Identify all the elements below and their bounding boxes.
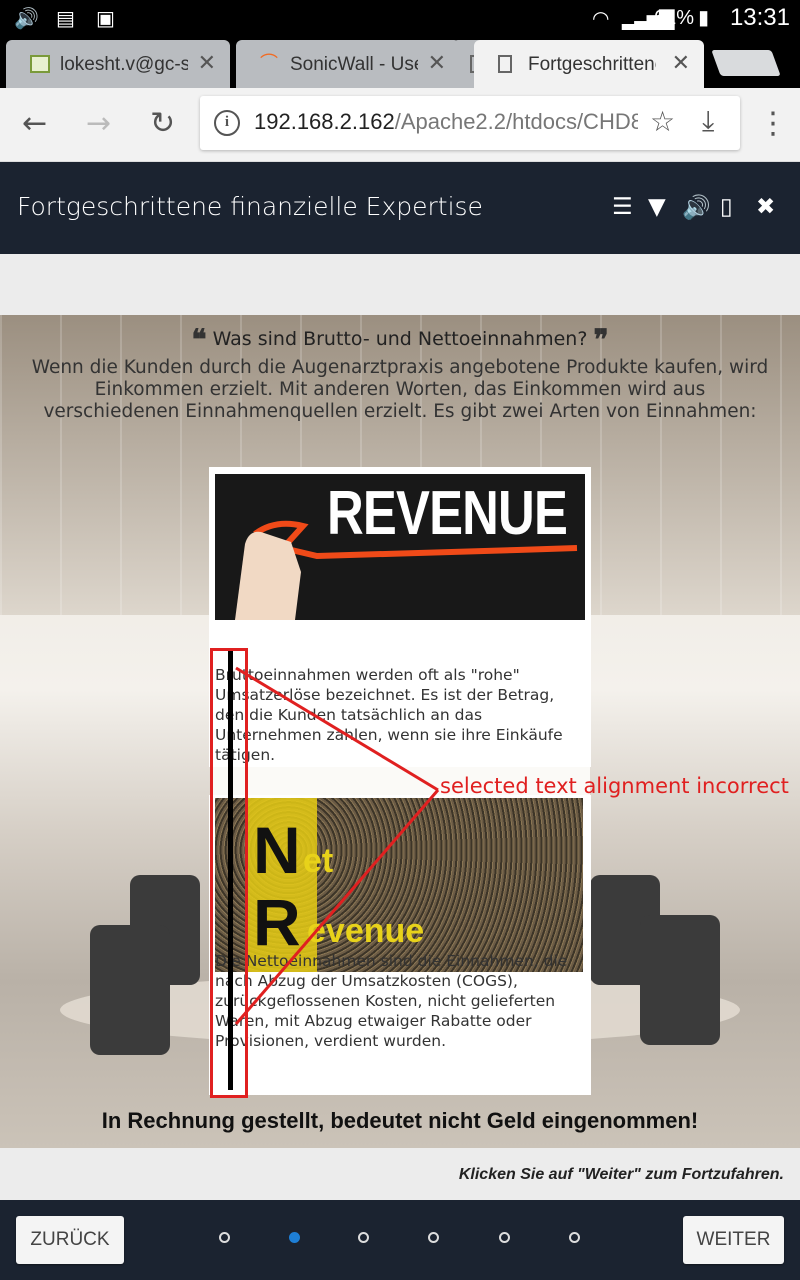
url-host: 192.168.2.162 xyxy=(254,109,395,134)
back-button[interactable]: ZURÜCK xyxy=(16,1216,124,1264)
tab-label: Fortgeschrittene xyxy=(528,54,656,75)
list-icon[interactable]: ☰ xyxy=(612,194,633,220)
annotation-label: selected text alignment incorrect xyxy=(440,774,789,798)
revenue-letters: evenue xyxy=(307,912,425,950)
slide-tagline: In Rechnung gestellt, bedeutet nicht Gel… xyxy=(101,1108,699,1133)
wifi-icon: ◠ xyxy=(592,6,610,30)
cue-bar: Klicken Sie auf "Weiter" zum Fortzufahre… xyxy=(0,1148,800,1200)
info-icon[interactable]: i xyxy=(214,110,240,136)
menu-icon[interactable]: ⋮ xyxy=(758,106,788,142)
close-tab-icon[interactable]: ✕ xyxy=(428,50,446,76)
net-letters: et xyxy=(303,842,334,880)
book-icon[interactable]: ▯ xyxy=(720,194,733,220)
page-dot[interactable] xyxy=(219,1232,230,1243)
app-header: Fortgeschrittene finanzielle Expertise ☰… xyxy=(0,162,800,254)
close-quote-icon: ❞ xyxy=(593,323,609,356)
annotation-highlight-box xyxy=(210,648,248,1098)
mail-icon xyxy=(30,55,50,73)
address-bar[interactable]: i 192.168.2.162/Apache2.2/htdocs/CHD8 ☆ … xyxy=(200,96,740,150)
browser-tab[interactable]: lokesht.v@gc-so ✕ xyxy=(6,40,230,88)
slide-stage: ❝ Was sind Brutto- und Nettoeinnahmen? ❞… xyxy=(0,315,800,1148)
net-revenue-image: N et R evenue xyxy=(215,798,583,972)
page-dot[interactable] xyxy=(428,1232,439,1243)
reload-icon[interactable]: ↻ xyxy=(150,106,175,142)
close-tab-icon[interactable]: ✕ xyxy=(198,50,216,76)
page-dot[interactable] xyxy=(499,1232,510,1243)
slide-navigation: ZURÜCK WEITER xyxy=(0,1200,800,1280)
bookmark-star-icon[interactable]: ☆ xyxy=(650,105,675,138)
speaker-icon[interactable]: 🔊 xyxy=(682,194,711,221)
continue-hint: Klicken Sie auf "Weiter" zum Fortzufahre… xyxy=(458,1166,784,1183)
slide-heading: ❝ Was sind Brutto- und Nettoeinnahmen? ❞ xyxy=(0,323,800,356)
image-icon: ▣ xyxy=(96,6,115,30)
net-revenue-text: Die Nettoeinnahmen sind die Einnahmen, d… xyxy=(215,952,568,1050)
volume-icon: 🔊 xyxy=(14,6,39,30)
url-text[interactable]: 192.168.2.162/Apache2.2/htdocs/CHD8 xyxy=(254,109,638,135)
next-button[interactable]: WEITER xyxy=(683,1216,784,1264)
url-path: /Apache2.2/htdocs/CHD8 xyxy=(394,109,638,134)
sim-icon: ▤ xyxy=(56,6,75,30)
revenue-image: REVENUE xyxy=(215,474,585,620)
open-quote-icon: ❝ xyxy=(191,323,207,356)
heading-text: Was sind Brutto- und Nettoeinnahmen? xyxy=(212,328,588,350)
back-arrow-icon[interactable]: ← xyxy=(22,106,47,142)
page-dot[interactable] xyxy=(569,1232,580,1243)
forward-arrow-icon[interactable]: → xyxy=(86,106,111,142)
revenue-word: REVENUE xyxy=(327,479,568,548)
browser-tab[interactable]: ⌒ SonicWall - User ✕ xyxy=(236,40,460,88)
clock: 13:31 xyxy=(729,4,790,31)
browser-tab-strip: lokesht.v@gc-so ✕ ⌒ SonicWall - User ✕ F… xyxy=(0,36,800,88)
content-top-bar xyxy=(0,254,800,315)
net-revenue-card: N et R evenue Die Nettoeinnahmen sind di… xyxy=(209,795,591,1095)
background-chair xyxy=(90,925,170,1055)
status-bar: 🔊 ▤ ▣ ◠ ▂▃▅▇ 61% ▮ 13:31 xyxy=(0,0,800,36)
browser-tab-active[interactable]: Fortgeschrittene ✕ xyxy=(474,40,704,88)
page-icon xyxy=(498,55,512,73)
page-dot[interactable] xyxy=(358,1232,369,1243)
bookmark-icon[interactable]: ▼ xyxy=(648,194,666,220)
gross-revenue-card: REVENUE Bruttoeinnahmen werden oft als "… xyxy=(209,467,591,767)
close-icon[interactable]: ✖ xyxy=(756,194,775,220)
battery-percent: 61% xyxy=(653,7,694,29)
new-tab-button[interactable] xyxy=(711,50,781,76)
tab-label: lokesht.v@gc-so xyxy=(60,54,188,75)
tab-label: SonicWall - User xyxy=(290,54,418,75)
net-letter-n: N xyxy=(253,813,301,887)
intro-paragraph: Wenn die Kunden durch die Augenarztpraxi… xyxy=(31,357,769,422)
page-dot-active[interactable] xyxy=(289,1232,300,1243)
close-tab-icon[interactable]: ✕ xyxy=(672,50,690,76)
revenue-letter-r: R xyxy=(253,885,301,959)
page-title: Fortgeschrittene finanzielle Expertise xyxy=(17,192,483,221)
background-chair xyxy=(640,915,720,1045)
download-icon[interactable]: ⤓ xyxy=(702,104,714,138)
sonicwall-icon: ⌒ xyxy=(260,53,278,73)
gross-revenue-text: Bruttoeinnahmen werden oft als "rohe" Um… xyxy=(215,666,563,764)
battery-icon: ▮ xyxy=(698,5,710,29)
